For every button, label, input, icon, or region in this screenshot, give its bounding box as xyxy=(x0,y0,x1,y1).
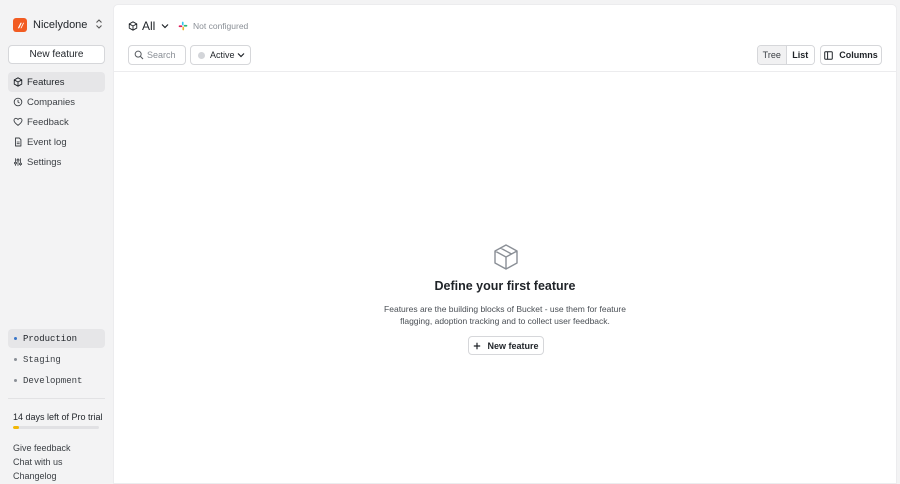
sidebar-item-label: Feedback xyxy=(27,116,69,128)
env-item-staging[interactable]: Staging xyxy=(8,350,105,369)
toolbar: Active Tree List Columns xyxy=(114,45,896,71)
sidebar-item-features[interactable]: Features xyxy=(8,72,105,92)
sidebar-item-companies[interactable]: Companies xyxy=(8,92,105,112)
chevron-up-down-icon xyxy=(96,19,102,29)
org-logo-icon xyxy=(13,18,27,32)
sidebar-item-label: Features xyxy=(27,76,65,88)
integration-status-label: Not configured xyxy=(193,21,249,31)
document-icon xyxy=(15,137,22,147)
chevron-down-icon xyxy=(161,24,169,29)
slack-icon xyxy=(178,21,188,31)
cube-icon xyxy=(13,77,23,87)
sidebar: Nicelydone New feature Features Companie… xyxy=(0,0,113,484)
changelog-link[interactable]: Changelog xyxy=(13,471,57,481)
columns-button[interactable]: Columns xyxy=(820,45,882,65)
trial-progress-fill xyxy=(13,426,20,429)
env-item-production[interactable]: Production xyxy=(8,329,105,348)
view-toggle: Tree List xyxy=(757,45,815,65)
status-filter-label: Active xyxy=(210,50,235,60)
env-dot-icon xyxy=(14,358,17,361)
cube-icon xyxy=(494,244,518,270)
org-switcher[interactable]: Nicelydone xyxy=(13,17,105,33)
sidebar-item-settings[interactable]: Settings xyxy=(8,152,105,172)
status-filter-dropdown[interactable]: Active xyxy=(190,45,251,65)
plus-icon xyxy=(474,342,481,349)
empty-state-button-label: New feature xyxy=(487,340,539,351)
main-panel: All Not configured Search Active Tree Li… xyxy=(113,4,897,484)
cube-icon xyxy=(128,21,138,31)
heart-icon xyxy=(13,117,23,126)
sidebar-divider xyxy=(8,398,105,399)
top-bar: All Not configured xyxy=(114,5,896,45)
env-label: Production xyxy=(23,333,78,344)
toolbar-divider xyxy=(114,71,896,72)
search-box[interactable] xyxy=(128,45,186,65)
filter-label: All xyxy=(142,19,156,33)
search-input[interactable] xyxy=(147,50,185,60)
columns-icon xyxy=(824,50,834,60)
empty-state-new-feature-button[interactable]: New feature xyxy=(468,336,544,355)
sidebar-item-label: Companies xyxy=(27,96,76,108)
sidebar-item-feedback[interactable]: Feedback xyxy=(8,112,105,132)
clock-icon xyxy=(13,97,23,107)
env-dot-icon xyxy=(14,379,17,382)
view-tree-button[interactable]: Tree xyxy=(758,46,787,64)
integration-status[interactable]: Not configured xyxy=(178,19,248,33)
search-icon xyxy=(134,50,144,60)
chat-with-us-link[interactable]: Chat with us xyxy=(13,457,63,467)
empty-state-description: Features are the building blocks of Buck… xyxy=(384,304,626,326)
env-item-development[interactable]: Development xyxy=(8,371,105,390)
trial-progress-bar xyxy=(13,426,99,429)
give-feedback-link[interactable]: Give feedback xyxy=(13,443,71,453)
filter-dropdown[interactable]: All xyxy=(128,18,169,34)
new-feature-button[interactable]: New feature xyxy=(8,45,105,64)
env-label: Staging xyxy=(23,354,61,365)
view-list-button[interactable]: List xyxy=(786,46,814,64)
status-dot-icon xyxy=(198,51,205,59)
chevron-down-icon xyxy=(237,53,245,58)
trial-status-text: 14 days left of Pro trial xyxy=(13,412,103,422)
org-name: Nicelydone xyxy=(33,19,88,31)
columns-label: Columns xyxy=(839,50,878,60)
sidebar-item-label: Settings xyxy=(27,156,62,168)
empty-state-title: Define your first feature xyxy=(434,279,576,293)
env-label: Development xyxy=(23,375,83,386)
env-dot-icon xyxy=(14,337,17,340)
sidebar-item-label: Event log xyxy=(27,136,67,148)
sliders-icon xyxy=(14,158,22,166)
sidebar-item-event-log[interactable]: Event log xyxy=(8,132,105,152)
app: Nicelydone New feature Features Companie… xyxy=(0,0,900,484)
